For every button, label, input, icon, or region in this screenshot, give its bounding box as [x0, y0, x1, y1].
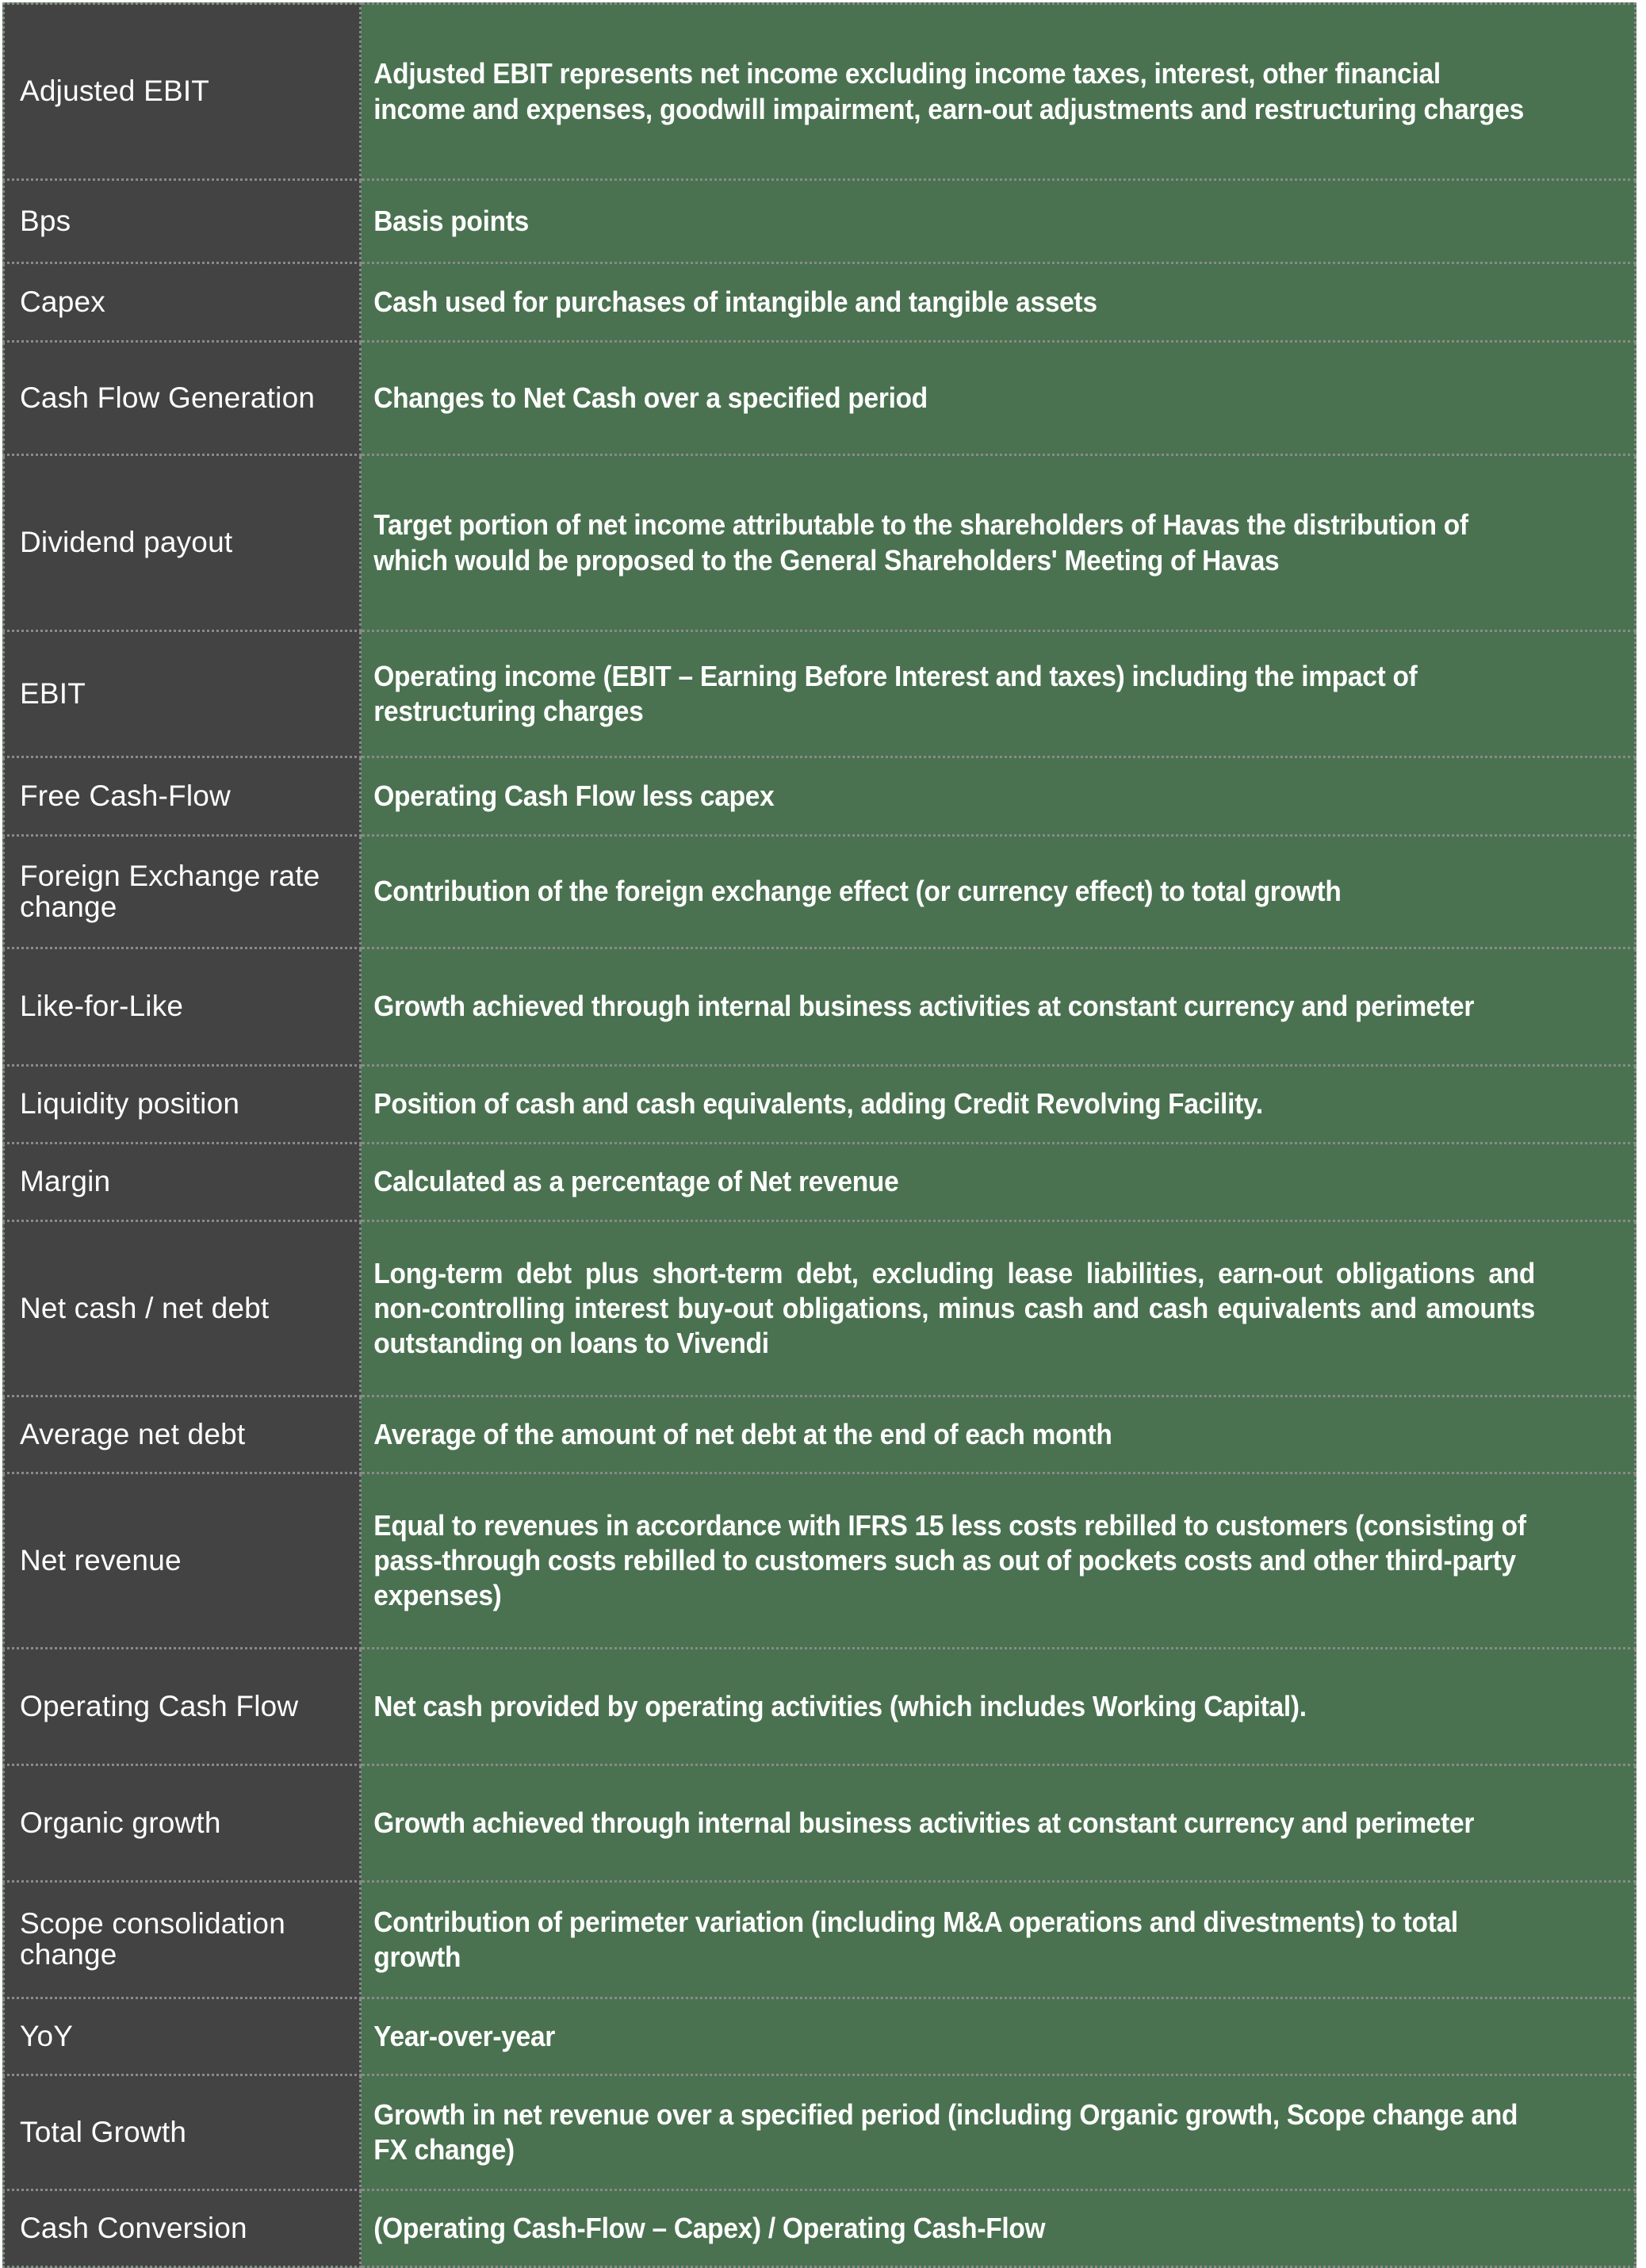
table-row: EBIT Operating income (EBIT – Earning Be… [2, 630, 1636, 758]
glossary-definition: Year-over-year [359, 1997, 1548, 2076]
glossary-term: Average net debt [2, 1395, 362, 1474]
glossary-term: Scope consolidation change [2, 1880, 362, 1999]
glossary-table: Adjusted EBIT Adjusted EBIT represents n… [2, 2, 1636, 2268]
glossary-definition: Operating Cash Flow less capex [359, 756, 1548, 837]
glossary-term: Operating Cash Flow [2, 1647, 362, 1766]
table-row: Capex Cash used for purchases of intangi… [2, 262, 1636, 343]
glossary-term: EBIT [2, 630, 362, 758]
table-row: Liquidity position Position of cash and … [2, 1064, 1636, 1144]
table-row: Scope consolidation change Contribution … [2, 1880, 1636, 1999]
glossary-definition: Changes to Net Cash over a specified per… [359, 340, 1548, 456]
table-row: Like-for-Like Growth achieved through in… [2, 947, 1636, 1067]
glossary-term: Cash Conversion [2, 2189, 362, 2268]
glossary-definition: Target portion of net income attributabl… [359, 454, 1548, 632]
glossary-definition: Long-term debt plus short-term debt, exc… [359, 1220, 1548, 1397]
glossary-definition: Net cash provided by operating activitie… [359, 1647, 1548, 1766]
glossary-definition: Calculated as a percentage of Net revenu… [359, 1142, 1548, 1222]
table-row: Dividend payout Target portion of net in… [2, 454, 1636, 632]
table-row: Margin Calculated as a percentage of Net… [2, 1142, 1636, 1222]
glossary-term: Liquidity position [2, 1064, 362, 1144]
table-row: Free Cash-Flow Operating Cash Flow less … [2, 756, 1636, 837]
glossary-definition: Contribution of the foreign exchange eff… [359, 834, 1548, 949]
table-row: YoY Year-over-year [2, 1997, 1636, 2076]
table-row: Net revenue Equal to revenues in accorda… [2, 1472, 1636, 1649]
glossary-term: Margin [2, 1142, 362, 1222]
glossary-definition: Adjusted EBIT represents net income excl… [359, 2, 1548, 181]
table-row: Foreign Exchange rate change Contributio… [2, 834, 1636, 949]
glossary-definition: Operating income (EBIT – Earning Before … [359, 630, 1548, 758]
glossary-term: Net revenue [2, 1472, 362, 1649]
glossary-term: Total Growth [2, 2074, 362, 2191]
glossary-term: Cash Flow Generation [2, 340, 362, 456]
glossary-definition: Equal to revenues in accordance with IFR… [359, 1472, 1548, 1649]
table-row: Cash Flow Generation Changes to Net Cash… [2, 340, 1636, 456]
glossary-definition: Growth in net revenue over a specified p… [359, 2074, 1548, 2191]
glossary-definition: Average of the amount of net debt at the… [359, 1395, 1548, 1474]
table-row: Organic growth Growth achieved through i… [2, 1764, 1636, 1883]
table-row: Average net debt Average of the amount o… [2, 1395, 1636, 1474]
glossary-term: Like-for-Like [2, 947, 362, 1067]
glossary-definition: Position of cash and cash equivalents, a… [359, 1064, 1548, 1144]
glossary-term: Foreign Exchange rate change [2, 834, 362, 949]
table-row: Operating Cash Flow Net cash provided by… [2, 1647, 1636, 1766]
table-row: Cash Conversion (Operating Cash-Flow – C… [2, 2189, 1636, 2268]
table-row: Bps Basis points [2, 178, 1636, 264]
glossary-term: Organic growth [2, 1764, 362, 1883]
table-row: Net cash / net debt Long-term debt plus … [2, 1220, 1636, 1397]
glossary-definition: Cash used for purchases of intangible an… [359, 262, 1548, 343]
glossary-term: Free Cash-Flow [2, 756, 362, 837]
glossary-term: Adjusted EBIT [2, 2, 362, 181]
table-row: Total Growth Growth in net revenue over … [2, 2074, 1636, 2191]
glossary-definition: (Operating Cash-Flow – Capex) / Operatin… [359, 2189, 1548, 2268]
glossary-definition: Contribution of perimeter variation (inc… [359, 1880, 1548, 1999]
glossary-term: Dividend payout [2, 454, 362, 632]
table-row: Adjusted EBIT Adjusted EBIT represents n… [2, 2, 1636, 181]
glossary-term: Net cash / net debt [2, 1220, 362, 1397]
glossary-table-body: Adjusted EBIT Adjusted EBIT represents n… [2, 2, 1636, 2268]
glossary-definition: Growth achieved through internal busines… [359, 947, 1548, 1067]
glossary-term: YoY [2, 1997, 362, 2076]
glossary-definition: Growth achieved through internal busines… [359, 1764, 1548, 1883]
glossary-definition: Basis points [359, 178, 1548, 264]
glossary-term: Capex [2, 262, 362, 343]
glossary-term: Bps [2, 178, 362, 264]
